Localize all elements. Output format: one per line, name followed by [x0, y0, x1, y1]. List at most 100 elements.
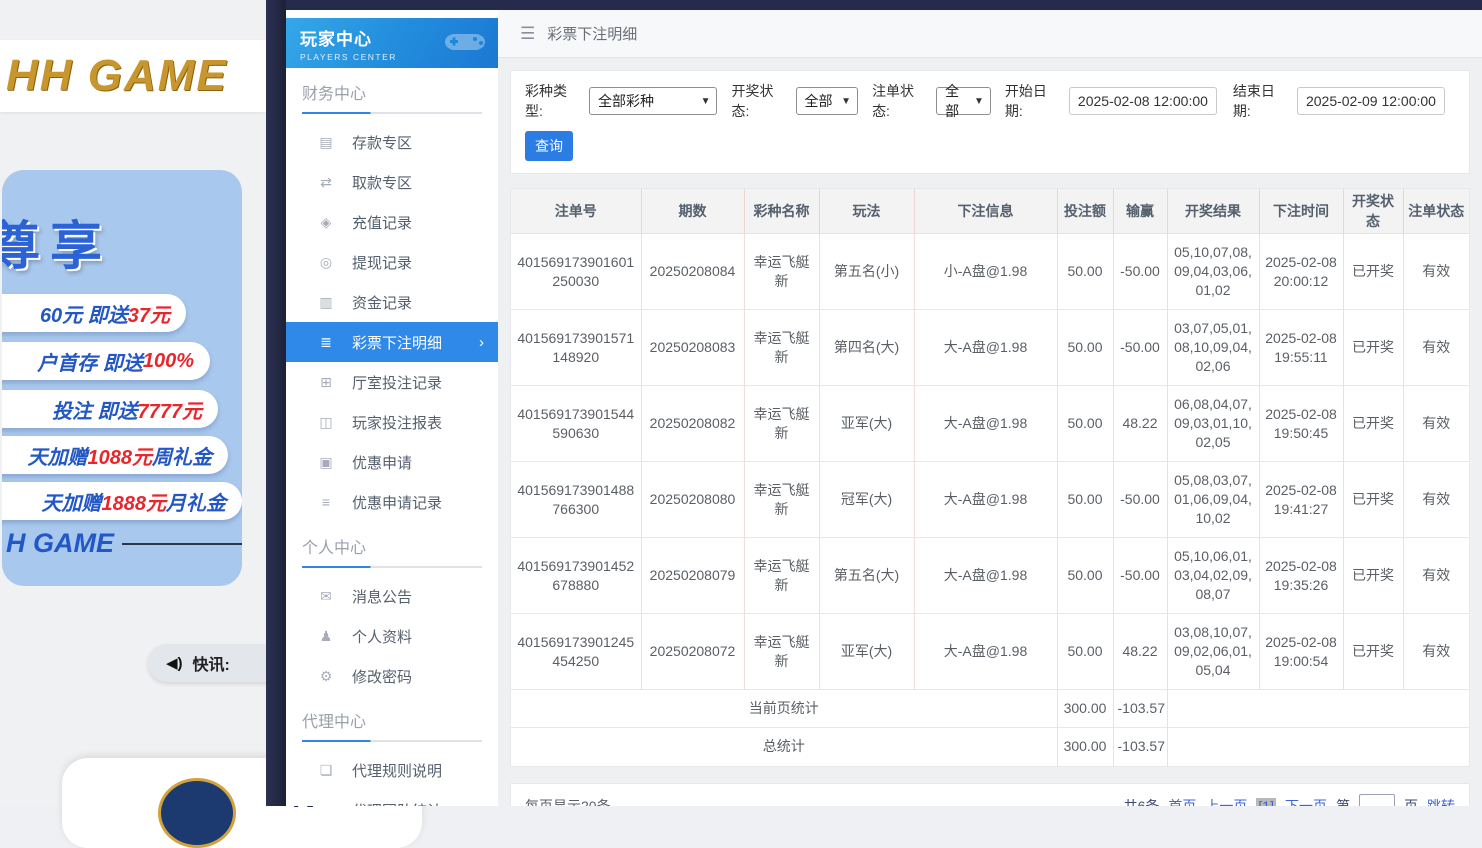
promo-pill-text: 周礼金 — [152, 441, 212, 470]
sidebar-item-profile[interactable]: ♟ 个人资料 — [286, 616, 498, 656]
cell-winloss: -50.00 — [1113, 234, 1167, 310]
cell-winloss: -50.00 — [1113, 462, 1167, 538]
table-row: 401569173901571148920 20250208083 幸运飞艇新 … — [511, 310, 1469, 386]
sidebar-item-label: 存款专区 — [352, 132, 412, 153]
cell-bet-info: 大-A盘@1.98 — [914, 386, 1057, 462]
cell-period: 20250208084 — [641, 234, 744, 310]
sidebar-item-label: 代理团队统计 — [352, 800, 442, 807]
sidebar-item-withdraw[interactable]: ⇄ 取款专区 — [286, 162, 498, 202]
list-icon: ≣ — [318, 334, 334, 351]
query-button[interactable]: 查询 — [525, 131, 573, 161]
total-summary-label: 总统计 — [511, 728, 1057, 766]
promo-banner: 尊享 60元 即送37元 户首存 即送100% 投注 即送7777元 天加赠10… — [2, 170, 242, 586]
order-status-value: 全部 — [945, 81, 966, 121]
sidebar-item-funds-record[interactable]: ▥ 资金记录 — [286, 282, 498, 322]
sidebar-item-withdraw-record[interactable]: ◎ 提现记录 — [286, 242, 498, 282]
col-header-order-id: 注单号 — [511, 189, 641, 234]
cell-lottery: 幸运飞艇新 — [744, 386, 819, 462]
sidebar-item-label: 消息公告 — [352, 586, 412, 607]
cell-order-id: 401569173901544590630 — [511, 386, 641, 462]
deposit-card-icon: ▤ — [318, 134, 334, 151]
cell-amount: 50.00 — [1057, 614, 1113, 690]
player-center-sidebar: 玩家中心 PLAYERS CENTER 财务中心 ▤ 存款专区 ⇄ 取款专区 ◈… — [286, 10, 498, 806]
page-jump-input[interactable] — [1359, 794, 1395, 807]
start-date-input[interactable] — [1069, 87, 1217, 115]
cell-order-id: 401569173901452678880 — [511, 538, 641, 614]
cell-draw-status: 已开奖 — [1343, 386, 1403, 462]
prev-page-link[interactable]: 上一页 — [1205, 796, 1247, 807]
end-date-input[interactable] — [1297, 87, 1445, 115]
sidebar-item-label: 取款专区 — [352, 172, 412, 193]
jump-link[interactable]: 跳转 — [1427, 796, 1455, 807]
sidebar-item-label: 代理规则说明 — [352, 760, 442, 781]
draw-status-value: 全部 — [805, 91, 833, 111]
table-row: 401569173901245454250 20250208072 幸运飞艇新 … — [511, 614, 1469, 690]
sidebar-item-hall-bet-record[interactable]: ⊞ 厅室投注记录 — [286, 362, 498, 402]
section-divider — [302, 112, 482, 114]
sidebar-item-label: 充值记录 — [352, 212, 412, 233]
draw-status-select[interactable]: 全部 ▼ — [796, 87, 859, 115]
sidebar-item-lottery-bet-detail[interactable]: ≣ 彩票下注明细 › — [286, 322, 498, 362]
table-row: 401569173901452678880 20250208079 幸运飞艇新 … — [511, 538, 1469, 614]
lottery-type-value: 全部彩种 — [598, 91, 654, 111]
bet-records-table-card: 注单号 期数 彩种名称 玩法 下注信息 投注额 输赢 开奖结果 下注时间 开奖状… — [510, 188, 1470, 767]
sidebar-item-announcements[interactable]: ✉ 消息公告 — [286, 576, 498, 616]
team-stats-icon: ▦ — [318, 802, 334, 807]
promo-pill-text: 户首存 即送 — [37, 347, 143, 376]
first-page-link[interactable]: 首页 — [1168, 796, 1196, 807]
person-icon: ♟ — [318, 628, 334, 645]
lottery-type-select[interactable]: 全部彩种 ▼ — [589, 87, 717, 115]
cell-bet-info: 大-A盘@1.98 — [914, 538, 1057, 614]
cell-order-status: 有效 — [1403, 462, 1469, 538]
cell-bet-info: 大-A盘@1.98 — [914, 462, 1057, 538]
cell-play: 冠军(大) — [819, 462, 914, 538]
lottery-type-label: 彩种类型: — [525, 81, 583, 121]
cell-amount: 50.00 — [1057, 462, 1113, 538]
order-status-select[interactable]: 全部 ▼ — [936, 87, 991, 115]
next-page-link[interactable]: 下一页 — [1285, 796, 1327, 807]
promo-pill: 天加赠1888元月礼金 — [2, 482, 242, 520]
sidebar-item-label: 厅室投注记录 — [352, 372, 442, 393]
bell-icon: ✉ — [318, 588, 334, 605]
coin-icon: ◎ — [318, 254, 334, 271]
sidebar-item-agent-team-stats[interactable]: ▦ 代理团队统计 — [286, 790, 498, 806]
page-title: 彩票下注明细 — [547, 23, 637, 44]
promo-pill: 投注 即送7777元 — [2, 390, 218, 428]
promo-pill-text: 天加赠 — [28, 441, 88, 470]
cell-period: 20250208079 — [641, 538, 744, 614]
sidebar-item-promo-apply[interactable]: ▣ 优惠申请 — [286, 442, 498, 482]
start-date-label: 开始日期: — [1005, 81, 1063, 121]
promo-pill-highlight: 1088元 — [88, 441, 153, 470]
promo-title: 尊享 — [2, 204, 112, 279]
news-label: 快讯: — [193, 651, 230, 675]
cell-result: 03,08,10,07,09,02,06,01,05,04 — [1167, 614, 1259, 690]
promo-footer-logo-text: H GAME — [6, 528, 114, 559]
cell-bet-time: 2025-02-08 19:35:26 — [1259, 538, 1343, 614]
sidebar-item-label: 提现记录 — [352, 252, 412, 273]
site-logo: HH GAME — [6, 51, 228, 101]
cell-winloss: 48.22 — [1113, 614, 1167, 690]
dash-decoration — [122, 543, 242, 545]
cell-order-status: 有效 — [1403, 234, 1469, 310]
chevron-down-icon: ▼ — [974, 96, 984, 107]
sidebar-item-player-bet-report[interactable]: ◫ 玩家投注报表 — [286, 402, 498, 442]
sidebar-item-deposit[interactable]: ▤ 存款专区 — [286, 122, 498, 162]
main-panel: ☰ 彩票下注明细 彩种类型: 全部彩种 ▼ 开奖状态: 全部 ▼ 注单状态: 全… — [498, 10, 1482, 806]
list-record-icon: ≡ — [318, 494, 334, 510]
coupon-icon: ▣ — [318, 454, 334, 471]
cell-play: 亚军(大) — [819, 386, 914, 462]
section-title: 代理中心 — [302, 708, 482, 740]
sidebar-item-change-password[interactable]: ⚙ 修改密码 — [286, 656, 498, 696]
sidebar-item-recharge-record[interactable]: ◈ 充值记录 — [286, 202, 498, 242]
col-header-winloss: 输赢 — [1113, 189, 1167, 234]
pagination-bar: 每页显示20条 共6条 首页 上一页 [1] 下一页 第 页 跳转 — [510, 783, 1470, 807]
page-summary-row: 当前页统计 300.00 -103.57 — [511, 690, 1469, 728]
cell-bet-time: 2025-02-08 19:41:27 — [1259, 462, 1343, 538]
col-header-bet-info: 下注信息 — [914, 189, 1057, 234]
cell-play: 第五名(大) — [819, 538, 914, 614]
sidebar-item-label: 彩票下注明细 — [352, 332, 442, 353]
sidebar-item-label: 资金记录 — [352, 292, 412, 313]
sidebar-item-promo-apply-record[interactable]: ≡ 优惠申请记录 — [286, 482, 498, 522]
sidebar-item-agent-rules[interactable]: ❏ 代理规则说明 — [286, 750, 498, 790]
hamburger-menu-icon[interactable]: ☰ — [520, 24, 535, 44]
